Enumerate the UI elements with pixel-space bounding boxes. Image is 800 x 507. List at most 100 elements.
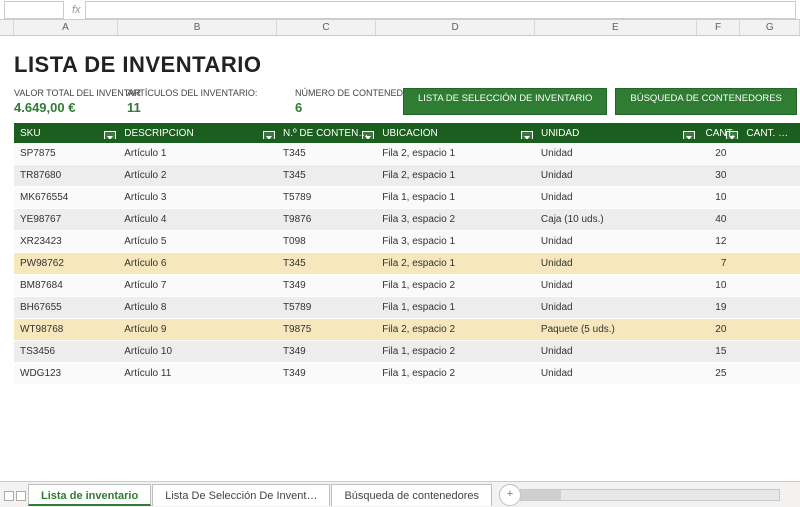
table-row[interactable]: MK676554Artículo 3T5789Fila 1, espacio 1… — [14, 187, 800, 209]
cell-loc[interactable]: Fila 2, espacio 1 — [376, 258, 535, 269]
cell-qty[interactable]: 40 — [697, 214, 741, 225]
cell-bin[interactable]: T345 — [277, 170, 376, 181]
cell-bin[interactable]: T098 — [277, 236, 376, 247]
chevron-right-icon[interactable] — [16, 491, 26, 501]
table-row[interactable]: SP7875Artículo 1T345Fila 2, espacio 1Uni… — [14, 143, 800, 165]
cell-sku[interactable]: PW98762 — [14, 258, 118, 269]
cell-sku[interactable]: SP7875 — [14, 148, 118, 159]
cell-desc[interactable]: Artículo 9 — [118, 324, 277, 335]
cell-qty[interactable]: 19 — [697, 302, 741, 313]
cell-desc[interactable]: Artículo 2 — [118, 170, 277, 181]
cell-qty[interactable]: 10 — [697, 192, 741, 203]
worksheet[interactable]: LISTA DE INVENTARIO VALOR TOTAL DEL INVE… — [0, 36, 800, 478]
cell-desc[interactable]: Artículo 4 — [118, 214, 277, 225]
cell-bin[interactable]: T5789 — [277, 192, 376, 203]
cell-unit[interactable]: Unidad — [535, 258, 697, 269]
col-F[interactable]: F — [697, 20, 741, 35]
cell-desc[interactable]: Artículo 7 — [118, 280, 277, 291]
cell-bin[interactable]: T349 — [277, 280, 376, 291]
col-G[interactable]: G — [740, 20, 800, 35]
cell-desc[interactable]: Artículo 1 — [118, 148, 277, 159]
cell-unit[interactable]: Unidad — [535, 280, 697, 291]
filter-icon[interactable] — [104, 131, 116, 139]
cell-bin[interactable]: T5789 — [277, 302, 376, 313]
cell-bin[interactable]: T345 — [277, 148, 376, 159]
sheet-tab[interactable]: Lista De Selección De Invent… — [152, 484, 330, 506]
cell-qty[interactable]: 20 — [697, 324, 741, 335]
horizontal-scrollbar[interactable] — [520, 489, 780, 501]
cell-bin[interactable]: T9875 — [277, 324, 376, 335]
cell-sku[interactable]: BM87684 — [14, 280, 118, 291]
cell-qty[interactable]: 30 — [697, 170, 741, 181]
cell-qty[interactable]: 20 — [697, 148, 741, 159]
cell-sku[interactable]: YE98767 — [14, 214, 118, 225]
cell-loc[interactable]: Fila 2, espacio 1 — [376, 170, 535, 181]
container-search-button[interactable]: BÚSQUEDA DE CONTENEDORES — [615, 88, 797, 115]
cell-sku[interactable]: WDG123 — [14, 368, 118, 379]
cell-unit[interactable]: Caja (10 uds.) — [535, 214, 697, 225]
fx-icon[interactable]: fx — [72, 4, 81, 16]
cell-desc[interactable]: Artículo 6 — [118, 258, 277, 269]
filter-icon[interactable] — [263, 131, 275, 139]
sheet-tab[interactable]: Lista de inventario — [28, 484, 151, 506]
cell-desc[interactable]: Artículo 3 — [118, 192, 277, 203]
cell-loc[interactable]: Fila 1, espacio 2 — [376, 346, 535, 357]
filter-icon[interactable] — [521, 131, 533, 139]
cell-unit[interactable]: Unidad — [535, 192, 697, 203]
cell-bin[interactable]: T345 — [277, 258, 376, 269]
pick-list-button[interactable]: LISTA DE SELECCIÓN DE INVENTARIO — [403, 88, 607, 115]
cell-qty[interactable]: 25 — [697, 368, 741, 379]
select-all-corner[interactable] — [0, 20, 14, 35]
cell-sku[interactable]: MK676554 — [14, 192, 118, 203]
cell-desc[interactable]: Artículo 11 — [118, 368, 277, 379]
cell-unit[interactable]: Unidad — [535, 368, 697, 379]
col-E[interactable]: E — [535, 20, 697, 35]
cell-desc[interactable]: Artículo 5 — [118, 236, 277, 247]
name-box[interactable] — [4, 1, 64, 19]
table-row[interactable]: PW98762Artículo 6T345Fila 2, espacio 1Un… — [14, 253, 800, 275]
table-row[interactable]: TS3456Artículo 10T349Fila 1, espacio 2Un… — [14, 341, 800, 363]
table-row[interactable]: TR87680Artículo 2T345Fila 2, espacio 1Un… — [14, 165, 800, 187]
cell-unit[interactable]: Unidad — [535, 302, 697, 313]
cell-desc[interactable]: Artículo 8 — [118, 302, 277, 313]
cell-qty[interactable]: 12 — [697, 236, 741, 247]
cell-desc[interactable]: Artículo 10 — [118, 346, 277, 357]
cell-loc[interactable]: Fila 2, espacio 2 — [376, 324, 535, 335]
cell-bin[interactable]: T9876 — [277, 214, 376, 225]
cell-sku[interactable]: WT98768 — [14, 324, 118, 335]
cell-qty[interactable]: 15 — [697, 346, 741, 357]
table-row[interactable]: WDG123Artículo 11T349Fila 1, espacio 2Un… — [14, 363, 800, 385]
table-row[interactable]: YE98767Artículo 4T9876Fila 3, espacio 2C… — [14, 209, 800, 231]
cell-unit[interactable]: Paquete (5 uds.) — [535, 324, 697, 335]
column-header-row[interactable]: A B C D E F G — [0, 20, 800, 36]
cell-sku[interactable]: BH67655 — [14, 302, 118, 313]
filter-icon[interactable] — [726, 131, 738, 139]
cell-loc[interactable]: Fila 2, espacio 1 — [376, 148, 535, 159]
cell-unit[interactable]: Unidad — [535, 148, 697, 159]
table-row[interactable]: BM87684Artículo 7T349Fila 1, espacio 2Un… — [14, 275, 800, 297]
cell-unit[interactable]: Unidad — [535, 170, 697, 181]
col-B[interactable]: B — [118, 20, 277, 35]
cell-loc[interactable]: Fila 1, espacio 1 — [376, 302, 535, 313]
add-sheet-button[interactable]: + — [499, 484, 521, 506]
cell-unit[interactable]: Unidad — [535, 346, 697, 357]
col-A[interactable]: A — [14, 20, 118, 35]
cell-qty[interactable]: 7 — [697, 258, 741, 269]
cell-loc[interactable]: Fila 3, espacio 1 — [376, 236, 535, 247]
table-row[interactable]: BH67655Artículo 8T5789Fila 1, espacio 1U… — [14, 297, 800, 319]
scrollbar-thumb[interactable] — [521, 490, 561, 500]
cell-unit[interactable]: Unidad — [535, 236, 697, 247]
sheet-tab[interactable]: Búsqueda de contenedores — [331, 484, 492, 506]
chevron-left-icon[interactable] — [4, 491, 14, 501]
col-D[interactable]: D — [376, 20, 535, 35]
tab-nav-arrows[interactable] — [4, 491, 26, 501]
cell-loc[interactable]: Fila 1, espacio 2 — [376, 368, 535, 379]
table-row[interactable]: XR23423Artículo 5T098Fila 3, espacio 1Un… — [14, 231, 800, 253]
col-C[interactable]: C — [277, 20, 376, 35]
filter-icon[interactable] — [362, 131, 374, 139]
cell-bin[interactable]: T349 — [277, 346, 376, 357]
cell-bin[interactable]: T349 — [277, 368, 376, 379]
cell-loc[interactable]: Fila 1, espacio 2 — [376, 280, 535, 291]
cell-sku[interactable]: XR23423 — [14, 236, 118, 247]
cell-sku[interactable]: TR87680 — [14, 170, 118, 181]
